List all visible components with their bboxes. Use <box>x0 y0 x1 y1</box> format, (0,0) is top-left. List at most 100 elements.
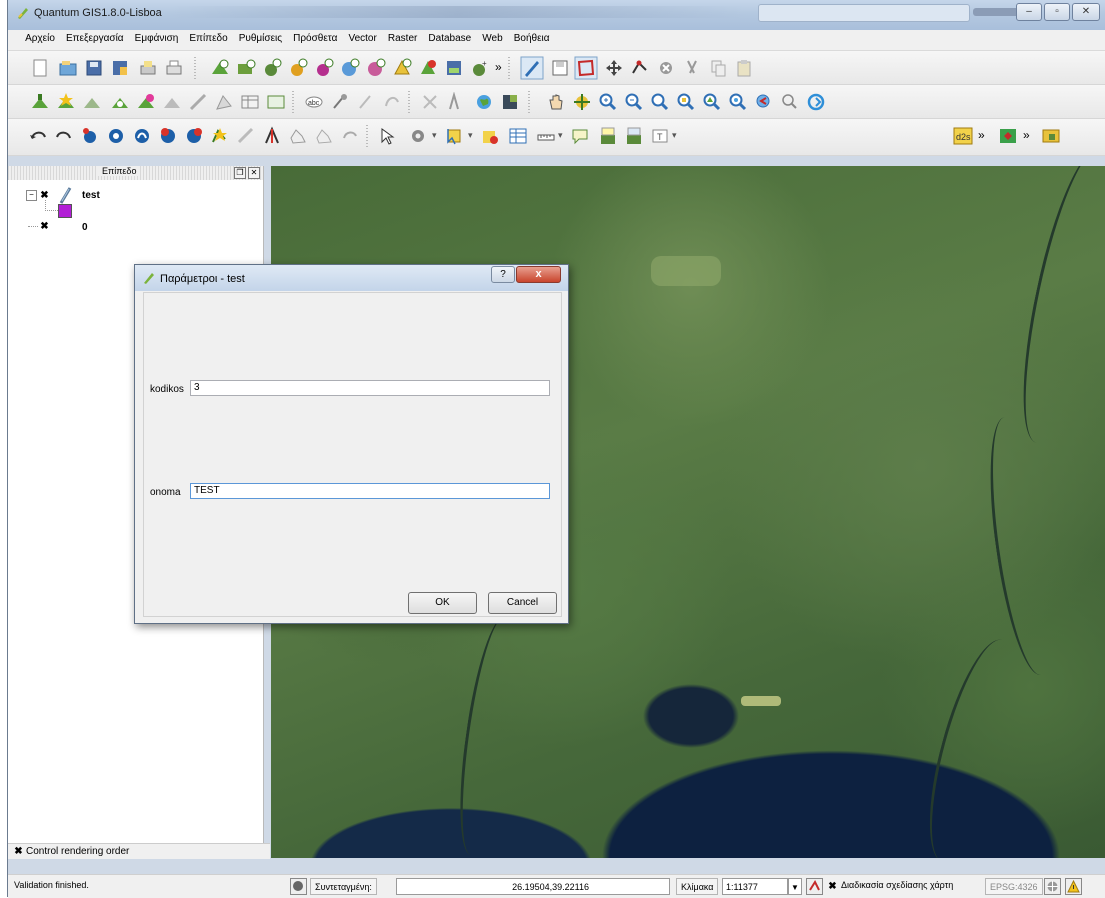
crs-button[interactable]: EPSG:4326 <box>985 878 1043 895</box>
pan-to-selection-icon[interactable] <box>572 92 592 112</box>
layer-0-name[interactable]: 0 <box>82 222 88 233</box>
menu-raster[interactable]: Raster <box>384 30 421 47</box>
expand-toggle-icon[interactable]: − <box>26 190 37 201</box>
menu-web[interactable]: Web <box>478 30 506 47</box>
render-order-checkbox[interactable]: ✖ <box>14 847 23 857</box>
print-composer-icon[interactable] <box>138 58 158 78</box>
attribute-table-icon[interactable] <box>240 92 260 112</box>
remove-layer-icon[interactable] <box>418 58 438 78</box>
layer-test-name[interactable]: test <box>82 190 100 201</box>
select-by-rectangle-icon[interactable] <box>444 126 464 146</box>
ok-button[interactable]: OK <box>408 592 477 614</box>
layer-visible-icon[interactable] <box>110 92 130 112</box>
zoom-to-selection-icon[interactable] <box>676 92 696 112</box>
menu-file[interactable]: Αρχείο <box>21 30 59 47</box>
new-spatialite-icon[interactable]: + <box>470 58 490 78</box>
hide-all-layers-icon[interactable] <box>82 92 102 112</box>
open-project-icon[interactable] <box>58 58 78 78</box>
plugin-green-icon[interactable] <box>998 126 1018 146</box>
onoma-input[interactable] <box>190 483 550 499</box>
text-annotation-icon[interactable]: T <box>650 126 670 146</box>
paste-features-icon[interactable] <box>734 58 754 78</box>
offset-curve-icon[interactable] <box>236 126 256 146</box>
merge-attributes-icon[interactable] <box>314 126 334 146</box>
menu-settings[interactable]: Ρυθμίσεις <box>235 30 286 47</box>
close-panel-icon[interactable]: ✕ <box>248 167 260 179</box>
projection-icon[interactable] <box>1044 878 1061 895</box>
menu-vector[interactable]: Vector <box>344 30 380 47</box>
minimize-button[interactable]: – <box>1016 3 1042 21</box>
add-wcs-layer-icon[interactable] <box>366 58 386 78</box>
maximize-button[interactable]: ▫ <box>1044 3 1070 21</box>
select-dropdown-arrow-icon[interactable]: ▾ <box>468 130 473 141</box>
add-raster-layer-icon[interactable] <box>236 58 256 78</box>
add-wms-layer-icon[interactable] <box>340 58 360 78</box>
delete-ring-icon[interactable] <box>158 126 178 146</box>
measure-line-icon[interactable] <box>536 126 556 146</box>
open-table-icon[interactable] <box>508 126 528 146</box>
gear-dropdown-arrow-icon[interactable]: ▾ <box>432 130 437 141</box>
annotation-dropdown-arrow-icon[interactable]: ▾ <box>672 130 677 141</box>
raster-icon[interactable] <box>500 92 520 112</box>
save-as-icon[interactable] <box>110 58 130 78</box>
add-favourite-icon[interactable] <box>56 92 76 112</box>
save-icon[interactable] <box>84 58 104 78</box>
redo-icon[interactable] <box>54 126 74 146</box>
zoom-full-icon[interactable] <box>650 92 670 112</box>
add-vector-layer-icon[interactable] <box>210 58 230 78</box>
move-feature-icon[interactable] <box>604 58 624 78</box>
layer-test-checkbox[interactable]: ✖ <box>40 191 49 201</box>
toggle-editing-icon[interactable] <box>520 56 544 80</box>
coordinate-field[interactable]: 26.19504,39.22116 <box>396 878 670 895</box>
simplify-feature-icon[interactable] <box>80 126 100 146</box>
copy-features-icon[interactable] <box>708 58 728 78</box>
add-mssql-layer-icon[interactable] <box>314 58 334 78</box>
menu-help[interactable]: Βοήθεια <box>510 30 554 47</box>
rotate-label-icon[interactable] <box>382 92 402 112</box>
menu-database[interactable]: Database <box>424 30 475 47</box>
digitize-poly-icon[interactable] <box>214 92 234 112</box>
zoom-out-icon[interactable] <box>624 92 644 112</box>
show-bookmarks-icon[interactable] <box>624 126 644 146</box>
select-feature-icon[interactable] <box>378 126 398 146</box>
layer-0-checkbox[interactable]: ✖ <box>40 222 49 232</box>
show-hide-label-icon[interactable] <box>356 92 376 112</box>
zoom-to-layer-icon[interactable] <box>702 92 722 112</box>
split-features-icon[interactable] <box>262 126 282 146</box>
identify-feature-icon[interactable] <box>266 92 286 112</box>
zoom-last-icon[interactable] <box>754 92 774 112</box>
close-window-button[interactable]: ✕ <box>1072 3 1100 21</box>
pin-label-icon[interactable] <box>330 92 350 112</box>
add-spatialite-layer-icon[interactable] <box>288 58 308 78</box>
plugin-image-icon[interactable] <box>1041 126 1061 146</box>
reshape-features-icon[interactable] <box>210 126 230 146</box>
dialog-help-button[interactable]: ? <box>491 266 515 283</box>
toolbar-more-1[interactable]: » <box>495 60 502 74</box>
menu-layer[interactable]: Επίπεδο <box>185 30 231 47</box>
add-ring-icon[interactable] <box>106 126 126 146</box>
add-delimited-text-icon[interactable] <box>392 58 412 78</box>
menu-view[interactable]: Εμφάνιση <box>131 30 183 47</box>
add-feature-icon[interactable] <box>574 56 598 80</box>
menu-plugins[interactable]: Πρόσθετα <box>289 30 341 47</box>
georef-globe-icon[interactable] <box>474 92 494 112</box>
print-icon[interactable] <box>164 58 184 78</box>
dialog-close-button[interactable]: x <box>516 266 561 283</box>
map-tips-icon[interactable] <box>570 126 590 146</box>
rotate-point-icon[interactable] <box>340 126 360 146</box>
node-tool-icon[interactable] <box>630 58 650 78</box>
cut-features-icon[interactable] <box>682 58 702 78</box>
merge-features-icon[interactable] <box>288 126 308 146</box>
delete-selected-icon[interactable] <box>656 58 676 78</box>
add-part-icon[interactable] <box>132 126 152 146</box>
layer-query-icon[interactable] <box>162 92 182 112</box>
measure-icon[interactable] <box>446 92 466 112</box>
delete-part-icon[interactable] <box>184 126 204 146</box>
cancel-button[interactable]: Cancel <box>488 592 557 614</box>
label-icon[interactable]: abc <box>304 92 324 112</box>
stop-render-icon[interactable] <box>806 878 823 895</box>
menu-edit[interactable]: Επεξεργασία <box>62 30 128 47</box>
layer-select-icon[interactable] <box>136 92 156 112</box>
save-edits-icon[interactable] <box>550 58 570 78</box>
zoom-in-icon[interactable] <box>598 92 618 112</box>
